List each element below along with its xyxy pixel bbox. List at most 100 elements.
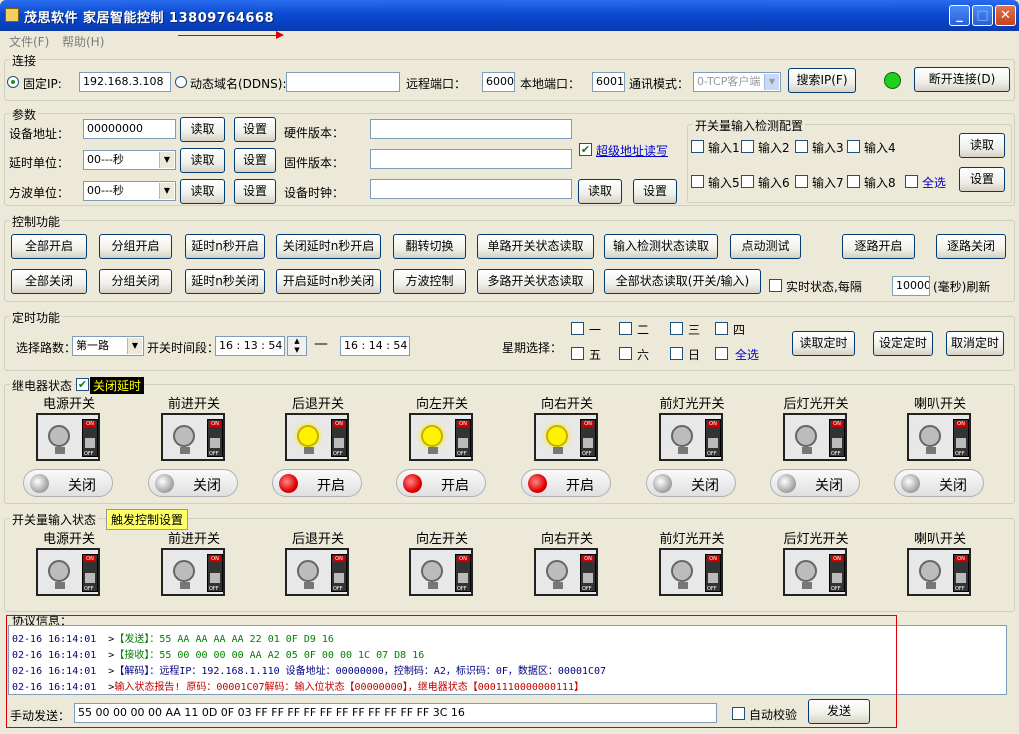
route-select[interactable]: 第一路 ▼ (72, 336, 144, 356)
fixed-ip-radio[interactable] (7, 76, 19, 88)
bulb-icon: ON OFF (285, 548, 349, 596)
input-config-checkbox[interactable] (847, 175, 860, 188)
fixed-ip-input[interactable]: 192.168.3.108 (79, 72, 171, 92)
input-config-checkbox[interactable] (847, 140, 860, 153)
bulb-glass (671, 560, 693, 582)
menu-file[interactable]: 文件(F) (9, 33, 49, 50)
relay-toggle[interactable]: 关闭 (894, 469, 984, 497)
switch-knob (583, 573, 593, 583)
control-button[interactable]: 开启延时n秒关闭 (276, 269, 381, 294)
delay-close-checkbox[interactable]: ✔ (76, 378, 89, 391)
super-addr-checkbox[interactable]: ✔ (579, 143, 592, 156)
toggle-indicator-icon (403, 474, 422, 493)
fw-version-label: 固件版本： (284, 156, 345, 170)
control-button[interactable]: 输入检测状态读取 (604, 234, 718, 259)
control-button[interactable]: 全部状态读取(开关/输入) (604, 269, 761, 294)
control-button[interactable]: 关闭延时n秒开启 (276, 234, 381, 259)
weekday-label: 二 (637, 323, 650, 337)
control-button[interactable]: 延时n秒开启 (185, 234, 265, 259)
start-time-input[interactable]: 16 : 13 : 54 (215, 336, 285, 356)
input-config-set-button[interactable]: 设置 (959, 167, 1005, 192)
menu-help[interactable]: 帮助(H) (62, 33, 104, 50)
maximize-button[interactable]: □ (972, 5, 993, 26)
relay-toggle[interactable]: 关闭 (23, 469, 113, 497)
control-button[interactable]: 分组关闭 (99, 269, 172, 294)
clock-read-button[interactable]: 读取 (578, 179, 622, 204)
weekday-checkbox[interactable] (619, 322, 632, 335)
input-config-checkbox[interactable] (795, 140, 808, 153)
weekday-all-label[interactable]: 全选 (735, 346, 759, 363)
search-ip-button[interactable]: 搜索IP(F) (788, 68, 856, 93)
input-config-checkbox[interactable] (741, 175, 754, 188)
end-time-input[interactable]: 16 : 14 : 54 (340, 336, 410, 356)
interval-input[interactable]: 10000 (892, 276, 930, 296)
relay-name: 后灯光开关 (783, 397, 849, 412)
control-button[interactable]: 全部开启 (11, 234, 87, 259)
delay-read-button[interactable]: 读取 (180, 148, 225, 173)
switch-on-label: ON (582, 421, 594, 427)
ddns-input[interactable] (286, 72, 400, 92)
control-button[interactable]: 逐路关闭 (936, 234, 1006, 259)
menu-bar: 文件(F) 帮助(H) (0, 31, 1019, 49)
delay-unit-select[interactable]: 00---秒 ▼ (83, 150, 176, 170)
control-button[interactable]: 翻转切换 (393, 234, 466, 259)
bulb-base (802, 447, 812, 454)
trigger-settings-button[interactable]: 触发控制设置 (106, 509, 189, 530)
control-button[interactable]: 延时n秒关闭 (185, 269, 265, 294)
bulb-icon: ON OFF (409, 548, 473, 596)
control-button[interactable]: 全部关闭 (11, 269, 87, 294)
control-button[interactable]: 逐路开启 (842, 234, 915, 259)
select-all-checkbox[interactable] (905, 175, 918, 188)
switch-on-label: ON (84, 421, 96, 427)
relay-state: 开启 (441, 478, 469, 494)
relay-toggle[interactable]: 关闭 (770, 469, 860, 497)
control-button[interactable]: 分组开启 (99, 234, 172, 259)
weekday-all-checkbox[interactable] (715, 347, 728, 360)
delay-set-button[interactable]: 设置 (234, 148, 276, 173)
switch-off-label: OFF (831, 451, 841, 457)
weekday-checkbox[interactable] (571, 347, 584, 360)
weekday-checkbox[interactable] (715, 322, 728, 335)
addr-read-button[interactable]: 读取 (180, 117, 225, 142)
input-config-checkbox[interactable] (741, 140, 754, 153)
control-button[interactable]: 方波控制 (393, 269, 466, 294)
minimize-button[interactable]: _ (949, 5, 970, 26)
close-button[interactable]: ✕ (995, 5, 1016, 26)
time-spinner[interactable]: ▲ ▼ (287, 336, 307, 356)
control-button[interactable]: 点动测试 (730, 234, 801, 259)
ddns-radio[interactable] (175, 76, 187, 88)
relay-toggle[interactable]: 关闭 (646, 469, 736, 497)
cancel-timer-button[interactable]: 取消定时 (946, 331, 1004, 356)
input-config-checkbox[interactable] (691, 140, 704, 153)
relay-toggle[interactable]: 开启 (272, 469, 362, 497)
relay-toggle[interactable]: 关闭 (148, 469, 238, 497)
wave-set-button[interactable]: 设置 (234, 179, 276, 204)
input-config-read-button[interactable]: 读取 (959, 133, 1005, 158)
wave-read-button[interactable]: 读取 (180, 179, 225, 204)
relay-toggle[interactable]: 开启 (521, 469, 611, 497)
weekday-checkbox[interactable] (670, 322, 683, 335)
realtime-checkbox[interactable] (769, 279, 782, 292)
bulb-icon: ON OFF (36, 413, 100, 461)
bulb-glass (795, 560, 817, 582)
super-addr-link[interactable]: 超级地址读写 (596, 142, 668, 159)
wave-unit-select[interactable]: 00---秒 ▼ (83, 181, 176, 201)
device-addr-input[interactable]: 00000000 (83, 119, 176, 139)
weekday-checkbox[interactable] (619, 347, 632, 360)
local-port-input[interactable]: 6001 (592, 72, 625, 92)
set-timer-button[interactable]: 设定定时 (873, 331, 933, 356)
relay-toggle[interactable]: 开启 (396, 469, 486, 497)
clock-set-button[interactable]: 设置 (633, 179, 677, 204)
control-button[interactable]: 单路开关状态读取 (477, 234, 594, 259)
input-config-checkbox[interactable] (691, 175, 704, 188)
mode-select[interactable]: 0-TCP客户端 ▼ (693, 72, 781, 92)
disconnect-button[interactable]: 断开连接(D) (914, 67, 1010, 92)
weekday-checkbox[interactable] (571, 322, 584, 335)
select-all-label[interactable]: 全选 (922, 174, 946, 191)
weekday-checkbox[interactable] (670, 347, 683, 360)
remote-port-input[interactable]: 6000 (482, 72, 515, 92)
read-timer-button[interactable]: 读取定时 (792, 331, 855, 356)
addr-set-button[interactable]: 设置 (234, 117, 276, 142)
control-button[interactable]: 多路开关状态读取 (477, 269, 594, 294)
input-config-checkbox[interactable] (795, 175, 808, 188)
